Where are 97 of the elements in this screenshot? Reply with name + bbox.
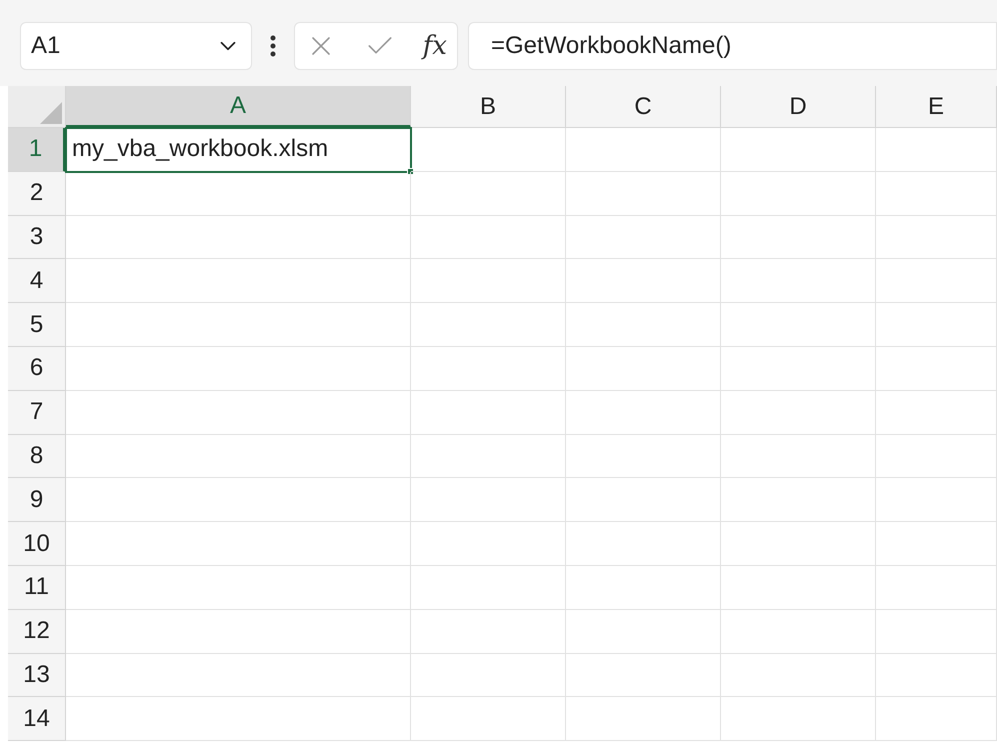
table-cell[interactable] <box>721 522 876 566</box>
table-cell[interactable] <box>876 216 997 260</box>
table-cell[interactable] <box>66 303 411 347</box>
column-header[interactable]: C <box>566 86 721 128</box>
column-header[interactable]: A <box>66 86 411 128</box>
table-cell[interactable] <box>876 303 997 347</box>
table-cell[interactable] <box>721 478 876 522</box>
table-cell[interactable] <box>66 346 411 391</box>
column-header[interactable]: E <box>876 86 997 128</box>
table-cell[interactable] <box>66 259 411 304</box>
table-cell[interactable] <box>411 434 566 478</box>
column-header[interactable]: D <box>721 86 876 128</box>
table-cell[interactable] <box>566 259 721 304</box>
table-cell[interactable] <box>66 390 411 435</box>
table-cell[interactable] <box>411 390 566 435</box>
table-cell[interactable] <box>66 434 411 478</box>
table-cell[interactable] <box>66 216 411 260</box>
formula-field[interactable]: =GetWorkbookName() <box>468 22 997 70</box>
cell-reference: A1 <box>31 31 60 61</box>
table-cell[interactable] <box>66 522 411 566</box>
table-cell[interactable] <box>721 697 876 742</box>
corner-triangle-icon <box>40 102 62 124</box>
table-cell[interactable] <box>566 654 721 698</box>
table-cell[interactable] <box>721 654 876 698</box>
table-cell[interactable] <box>721 390 876 435</box>
row-header[interactable]: 2 <box>8 172 66 216</box>
table-cell[interactable] <box>566 128 721 172</box>
table-cell[interactable] <box>876 390 997 435</box>
table-cell[interactable] <box>411 303 566 347</box>
table-cell[interactable] <box>411 566 566 610</box>
table-cell[interactable] <box>566 566 721 610</box>
table-cell[interactable] <box>566 522 721 566</box>
table-cell[interactable] <box>411 346 566 391</box>
insert-function-button[interactable]: fx <box>422 26 447 66</box>
row-header[interactable]: 1 <box>8 128 66 172</box>
table-cell[interactable] <box>566 216 721 260</box>
table-cell[interactable] <box>66 478 411 522</box>
table-cell[interactable] <box>721 172 876 216</box>
row-header[interactable]: 11 <box>8 566 66 610</box>
more-options-icon[interactable] <box>270 35 276 57</box>
table-cell[interactable] <box>876 434 997 478</box>
row-header[interactable]: 3 <box>8 216 66 260</box>
table-cell[interactable]: my_vba_workbook.xlsm <box>66 128 411 172</box>
table-cell[interactable] <box>66 697 411 742</box>
column-header[interactable]: B <box>411 86 566 128</box>
table-cell[interactable] <box>566 478 721 522</box>
row-header[interactable]: 13 <box>8 654 66 698</box>
table-cell[interactable] <box>876 128 997 172</box>
table-cell[interactable] <box>411 478 566 522</box>
table-cell[interactable] <box>411 259 566 304</box>
table-cell[interactable] <box>566 390 721 435</box>
table-cell[interactable] <box>66 654 411 698</box>
row-header[interactable]: 14 <box>8 697 66 742</box>
table-cell[interactable] <box>721 434 876 478</box>
table-cell[interactable] <box>721 303 876 347</box>
table-cell[interactable] <box>566 346 721 391</box>
table-cell[interactable] <box>876 259 997 304</box>
table-cell[interactable] <box>66 172 411 216</box>
row-header[interactable]: 7 <box>8 390 66 435</box>
row-header[interactable]: 10 <box>8 522 66 566</box>
table-cell[interactable] <box>566 697 721 742</box>
row-header[interactable]: 4 <box>8 259 66 304</box>
row-header[interactable]: 12 <box>8 610 66 654</box>
fill-handle[interactable] <box>407 168 414 175</box>
table-cell[interactable] <box>721 259 876 304</box>
table-cell[interactable] <box>876 697 997 742</box>
table-cell[interactable] <box>411 610 566 654</box>
name-box[interactable]: A1 <box>20 22 252 70</box>
table-cell[interactable] <box>721 610 876 654</box>
table-cell[interactable] <box>566 172 721 216</box>
table-cell[interactable] <box>721 216 876 260</box>
table-cell[interactable] <box>876 610 997 654</box>
row-header[interactable]: 8 <box>8 434 66 478</box>
select-all-corner[interactable] <box>8 86 66 128</box>
table-cell[interactable] <box>876 478 997 522</box>
table-cell[interactable] <box>721 566 876 610</box>
row-header[interactable]: 9 <box>8 478 66 522</box>
table-cell[interactable] <box>876 172 997 216</box>
table-cell[interactable] <box>411 216 566 260</box>
table-cell[interactable] <box>721 128 876 172</box>
table-cell[interactable] <box>411 128 566 172</box>
row-header[interactable]: 5 <box>8 303 66 347</box>
table-cell[interactable] <box>411 522 566 566</box>
row-header[interactable]: 6 <box>8 346 66 391</box>
table-cell[interactable] <box>876 566 997 610</box>
table-cell[interactable] <box>566 303 721 347</box>
table-cell[interactable] <box>876 346 997 391</box>
table-cell[interactable] <box>566 434 721 478</box>
table-cell[interactable] <box>566 610 721 654</box>
table-cell[interactable] <box>411 172 566 216</box>
table-cell[interactable] <box>876 654 997 698</box>
table-cell[interactable] <box>66 610 411 654</box>
table-cell[interactable] <box>66 566 411 610</box>
table-cell[interactable] <box>411 697 566 742</box>
table-cell[interactable] <box>411 654 566 698</box>
table-cell[interactable] <box>876 522 997 566</box>
table-cell[interactable] <box>721 346 876 391</box>
